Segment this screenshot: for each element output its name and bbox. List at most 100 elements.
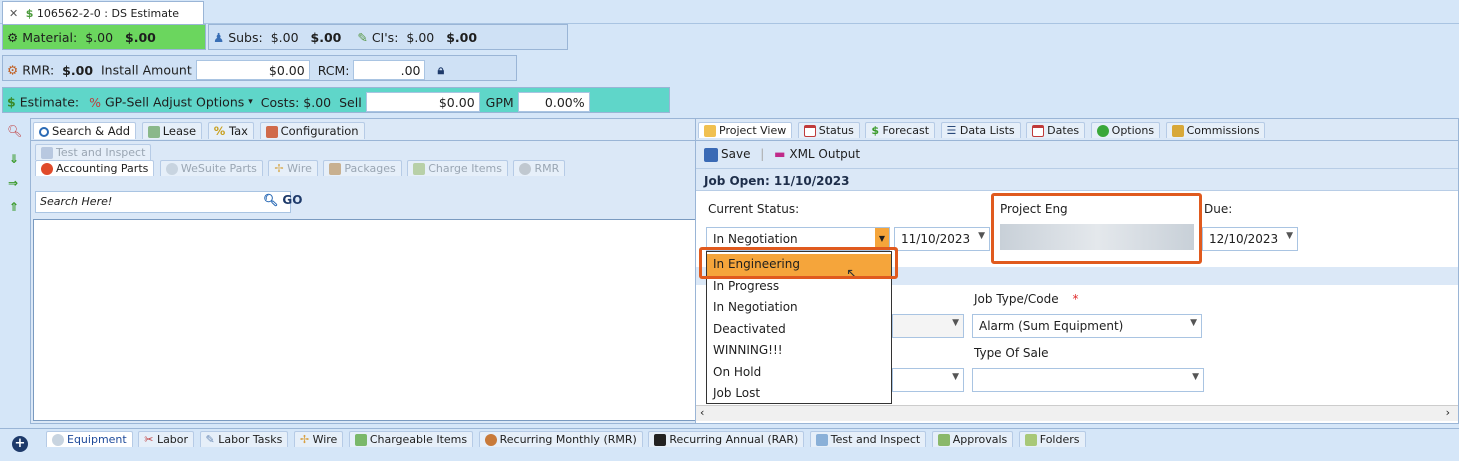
subtab-test-inspect[interactable]: Test and Inspect bbox=[35, 144, 152, 160]
left-panel-tabs: Search & Add Lease % Tax Configuration bbox=[31, 119, 704, 141]
subtab-rmr[interactable]: RMR bbox=[513, 160, 566, 176]
subs-value-1: $.00 bbox=[270, 30, 299, 45]
tab-configuration[interactable]: Configuration bbox=[259, 122, 365, 139]
charge-icon bbox=[413, 163, 426, 175]
material-value-1: $.00 bbox=[85, 30, 114, 45]
rmr-toolbar: ⚙ RMR: $.00 Install Amount $0.00 RCM: .0… bbox=[2, 55, 517, 81]
search-results-list[interactable] bbox=[33, 219, 703, 421]
document-tab[interactable]: ✕ $ 106562-2-0 : DS Estimate bbox=[2, 1, 204, 24]
tab-recurring-monthly[interactable]: Recurring Monthly (RMR) bbox=[478, 431, 643, 447]
tab-tax[interactable]: % Tax bbox=[207, 122, 254, 139]
tab-lease[interactable]: Lease bbox=[141, 122, 203, 139]
chevron-down-icon[interactable]: ▼ bbox=[952, 318, 959, 328]
gear-icon bbox=[41, 163, 53, 175]
subtab-wesuite-parts[interactable]: WeSuite Parts bbox=[159, 160, 263, 176]
rmr-icon: ⚙ bbox=[7, 62, 19, 78]
rmr-tab-icon bbox=[484, 434, 497, 446]
subtab-packages[interactable]: Packages bbox=[323, 160, 402, 176]
tab-folders[interactable]: Folders bbox=[1018, 431, 1086, 447]
search-input[interactable]: Search Here! bbox=[35, 191, 291, 213]
status-option[interactable]: WINNING!!! bbox=[707, 340, 891, 362]
chevron-down-icon[interactable]: ▼ bbox=[952, 372, 959, 382]
chevron-down-icon[interactable]: ▼ bbox=[1286, 231, 1293, 241]
status-option[interactable]: On Hold bbox=[707, 362, 891, 384]
floppy-icon bbox=[704, 147, 718, 162]
search-icon[interactable]: 🔍︎ bbox=[7, 124, 22, 138]
tab-chargeable-items[interactable]: Chargeable Items bbox=[348, 431, 474, 447]
arrow-up-icon[interactable]: ⇑ bbox=[9, 200, 19, 214]
tab-options[interactable]: Options bbox=[1090, 122, 1161, 138]
status-date-select[interactable]: 11/10/2023 ▼ bbox=[894, 227, 990, 251]
chevron-down-icon[interactable]: ▾ bbox=[248, 97, 253, 107]
type-of-sale-select[interactable]: ▼ bbox=[972, 368, 1204, 392]
tab-test-inspect[interactable]: Test and Inspect bbox=[809, 431, 927, 447]
chevron-down-icon[interactable]: ▼ bbox=[1190, 318, 1197, 328]
inspect-icon bbox=[815, 434, 828, 446]
status-option[interactable]: In Negotiation bbox=[707, 297, 891, 319]
tab-wire[interactable]: ✢ Wire bbox=[293, 431, 344, 447]
left-hidden-select[interactable]: ▼ bbox=[892, 314, 964, 338]
arrow-right-icon[interactable]: ⇒ bbox=[8, 176, 18, 190]
tab-status[interactable]: Status bbox=[797, 122, 860, 138]
status-option[interactable]: Job Lost bbox=[707, 383, 891, 405]
charge-icon bbox=[354, 434, 367, 446]
tab-equipment[interactable]: Equipment bbox=[46, 431, 133, 447]
tab-forecast[interactable]: $ Forecast bbox=[865, 122, 936, 138]
due-label: Due: bbox=[1204, 202, 1233, 216]
subs-cis-toolbar: ♟ Subs: $.00 $.00 ✎ CI's: $.00 $.00 bbox=[208, 24, 568, 50]
tab-labor[interactable]: ✂ Labor bbox=[138, 431, 195, 447]
tab-labor-tasks[interactable]: ✎ Labor Tasks bbox=[199, 431, 289, 447]
chevron-down-icon[interactable]: ▼ bbox=[1192, 372, 1199, 382]
scroll-left-icon[interactable]: ‹ bbox=[700, 406, 704, 419]
subtab-charge-items[interactable]: Charge Items bbox=[407, 160, 508, 176]
left-hidden-select-2[interactable]: ▼ bbox=[892, 368, 964, 392]
xml-icon: ▬ bbox=[774, 147, 786, 161]
package-icon bbox=[329, 163, 342, 175]
job-open-header: Job Open: 11/10/2023 bbox=[696, 171, 1458, 191]
subtab-row-2: Accounting Parts WeSuite Parts ✢ Wire Pa… bbox=[31, 159, 704, 181]
subtab-accounting-parts[interactable]: Accounting Parts bbox=[35, 160, 155, 176]
tab-project-view[interactable]: Project View bbox=[698, 122, 793, 138]
install-amount-label: Install Amount bbox=[101, 62, 192, 78]
document-tab-strip bbox=[0, 0, 1459, 24]
sell-input[interactable]: $0.00 bbox=[365, 92, 480, 112]
subtab-wire[interactable]: ✢ Wire bbox=[268, 160, 318, 176]
gpm-input[interactable]: 0.00% bbox=[517, 92, 590, 112]
right-panel-tabs: Project View Status $ Forecast ☰ Data Li… bbox=[696, 119, 1458, 141]
gpm-label: GPM bbox=[485, 94, 514, 110]
estimate-dollar-icon: $ bbox=[7, 94, 16, 110]
highlight-project-eng bbox=[991, 193, 1202, 264]
go-button[interactable]: 🔍︎ GO bbox=[263, 193, 302, 207]
tab-data-lists[interactable]: ☰ Data Lists bbox=[940, 122, 1021, 138]
tab-approvals[interactable]: Approvals bbox=[931, 431, 1014, 447]
commissions-icon bbox=[1171, 125, 1184, 137]
rcm-input[interactable]: .00 bbox=[353, 60, 426, 80]
tab-dates[interactable]: Dates bbox=[1026, 122, 1086, 138]
xml-output-button[interactable]: ▬ XML Output bbox=[774, 147, 860, 161]
job-type-select[interactable]: Alarm (Sum Equipment) ▼ bbox=[972, 314, 1202, 338]
document-tab-title: 106562-2-0 : DS Estimate bbox=[36, 7, 180, 20]
cis-value-2: $.00 bbox=[446, 30, 478, 45]
status-option[interactable]: Deactivated bbox=[707, 319, 891, 341]
tab-search-add[interactable]: Search & Add bbox=[33, 122, 137, 139]
horizontal-scrollbar[interactable]: ‹ › bbox=[696, 405, 1458, 421]
add-icon[interactable]: + bbox=[12, 436, 28, 452]
scroll-right-icon[interactable]: › bbox=[1446, 406, 1450, 419]
cis-value-1: $.00 bbox=[406, 30, 435, 45]
cis-icon: ✎ bbox=[357, 30, 368, 45]
arrow-down-icon[interactable]: ⇓ bbox=[9, 152, 19, 166]
lock-icon[interactable]: 🔒︎ bbox=[437, 62, 444, 77]
chevron-down-icon[interactable]: ▼ bbox=[978, 231, 985, 241]
tab-commissions[interactable]: Commissions bbox=[1165, 122, 1266, 138]
close-icon[interactable]: ✕ bbox=[9, 7, 18, 20]
install-amount-input[interactable]: $0.00 bbox=[195, 60, 310, 80]
save-button[interactable]: Save bbox=[704, 147, 750, 162]
folder-icon bbox=[704, 125, 716, 137]
rmr-label: RMR: bbox=[22, 62, 55, 78]
type-of-sale-label: Type Of Sale bbox=[974, 346, 1049, 360]
gp-sell-adjust-dropdown[interactable]: GP-Sell Adjust Options bbox=[105, 95, 244, 110]
due-date-select[interactable]: 12/10/2023 ▼ bbox=[1202, 227, 1298, 251]
calendar-icon bbox=[803, 125, 816, 137]
tasks-icon: ✎ bbox=[205, 433, 215, 446]
tab-recurring-annual[interactable]: Recurring Annual (RAR) bbox=[648, 431, 805, 447]
